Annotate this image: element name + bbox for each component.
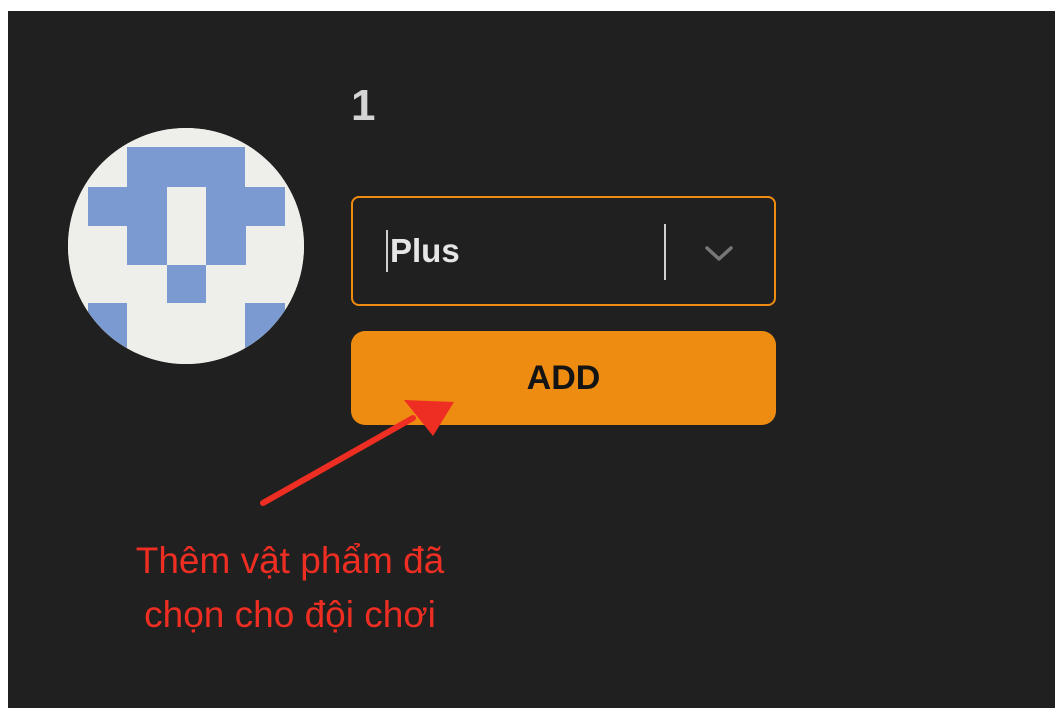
team-avatar [68, 128, 304, 364]
pixel-identicon-icon [68, 128, 304, 364]
annotation-line-2: chọn cho đội chơi [144, 594, 436, 635]
team-number: 1 [351, 81, 376, 130]
chevron-down-icon[interactable] [701, 238, 737, 268]
annotation-line-1: Thêm vật phẩm đã [135, 540, 445, 581]
annotation-text: Thêm vật phẩm đã chọn cho đội chơi [80, 534, 500, 642]
select-separator [664, 224, 666, 280]
item-select-value[interactable]: Plus [390, 231, 460, 271]
text-caret [386, 230, 388, 272]
item-select[interactable]: Plus [351, 196, 776, 306]
add-button[interactable]: ADD [351, 331, 776, 425]
